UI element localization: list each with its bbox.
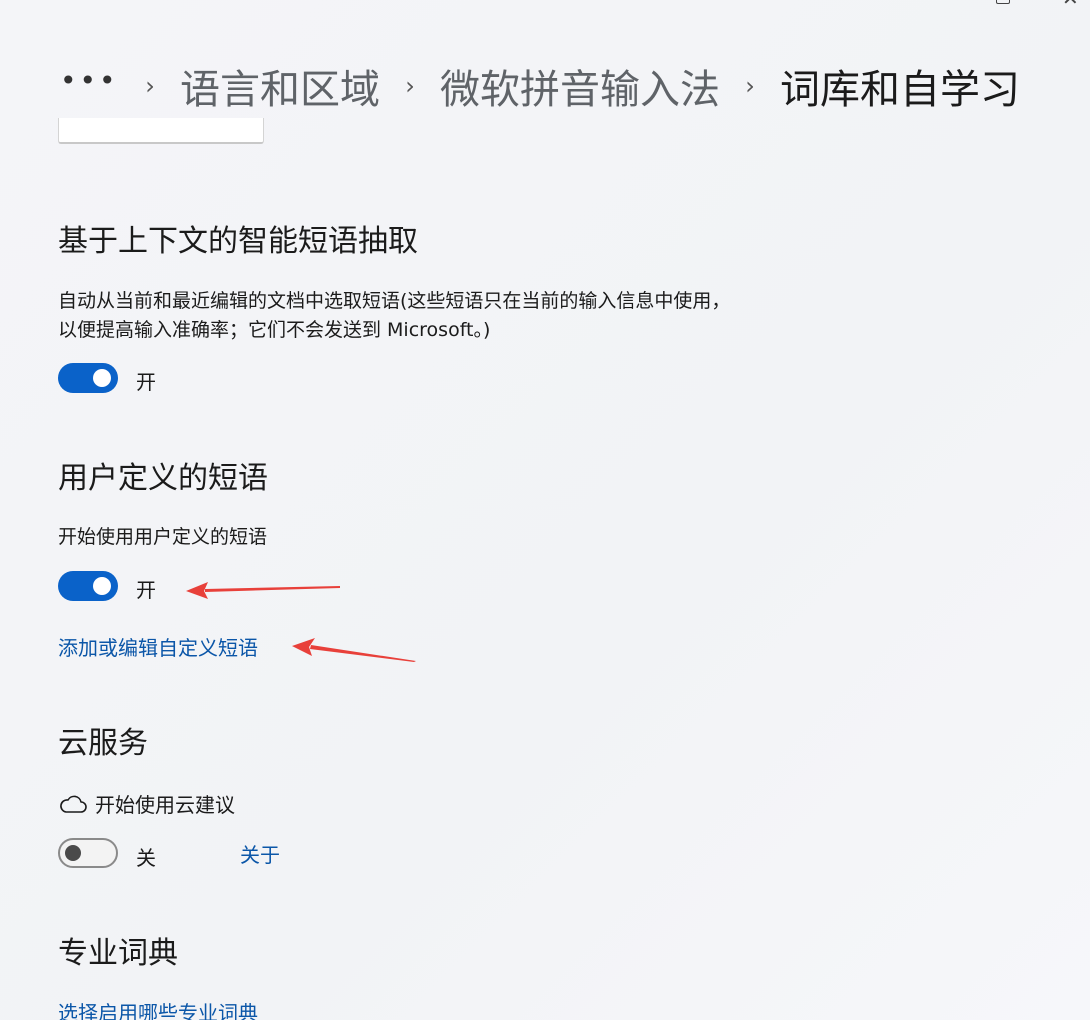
settings-page: ✕ ••• › 语言和区域 › 微软拼音输入法 › 词库和自学习 ·······… (0, 0, 1090, 1020)
breadcrumb-item-microsoft-pinyin[interactable]: 微软拼音输入法 (440, 57, 720, 115)
restore-window-icon[interactable] (996, 0, 1010, 4)
breadcrumb-more-button[interactable]: ••• (60, 64, 120, 109)
chevron-right-icon: › (745, 72, 755, 100)
user-phrase-setting-label: 开始使用用户定义的短语 (58, 526, 268, 548)
clipped-dropdown-value: ······· (73, 118, 105, 126)
page-title: 词库和自学习 (780, 67, 1020, 113)
context-phrase-description: 自动从当前和最近编辑的文档中选取短语(这些短语只在当前的输入信息中使用，以便提高… (58, 290, 731, 341)
annotation-arrow (292, 638, 416, 662)
close-window-icon[interactable]: ✕ (1062, 0, 1079, 10)
cloud-setting-label: 开始使用云建议 (95, 793, 235, 817)
breadcrumb-item-language-region[interactable]: 语言和区域 (180, 57, 380, 115)
dictionary-title: 专业词典 (58, 936, 178, 971)
chevron-right-icon: › (145, 72, 155, 100)
about-cloud-link[interactable]: 关于 (240, 839, 280, 868)
chevron-right-icon: › (405, 72, 415, 100)
toggle-knob (93, 577, 111, 595)
choose-dictionaries-link[interactable]: 选择启用哪些专业词典 (58, 997, 258, 1020)
context-phrase-toggle[interactable] (58, 363, 118, 393)
cloud-suggestions-toggle[interactable] (58, 838, 118, 868)
breadcrumb: ••• › 语言和区域 › 微软拼音输入法 › 词库和自学习 (60, 56, 1020, 116)
toggle-knob (65, 845, 81, 861)
edit-custom-phrases-link[interactable]: 添加或编辑自定义短语 (58, 632, 258, 661)
user-phrase-toggle[interactable] (58, 571, 118, 601)
annotation-arrow (186, 582, 340, 599)
cloud-service-title: 云服务 (58, 726, 148, 761)
user-phrase-title: 用户定义的短语 (58, 461, 268, 496)
context-phrase-toggle-label: 开 (136, 370, 156, 394)
user-phrase-toggle-label: 开 (136, 578, 156, 602)
cloud-toggle-label: 关 (136, 846, 156, 870)
toggle-knob (93, 369, 111, 387)
context-phrase-title: 基于上下文的智能短语抽取 (58, 224, 418, 259)
cloud-icon (60, 795, 87, 813)
clipped-dropdown[interactable]: ······· (58, 118, 264, 144)
cloud-setting-row: 开始使用云建议 (58, 789, 235, 818)
